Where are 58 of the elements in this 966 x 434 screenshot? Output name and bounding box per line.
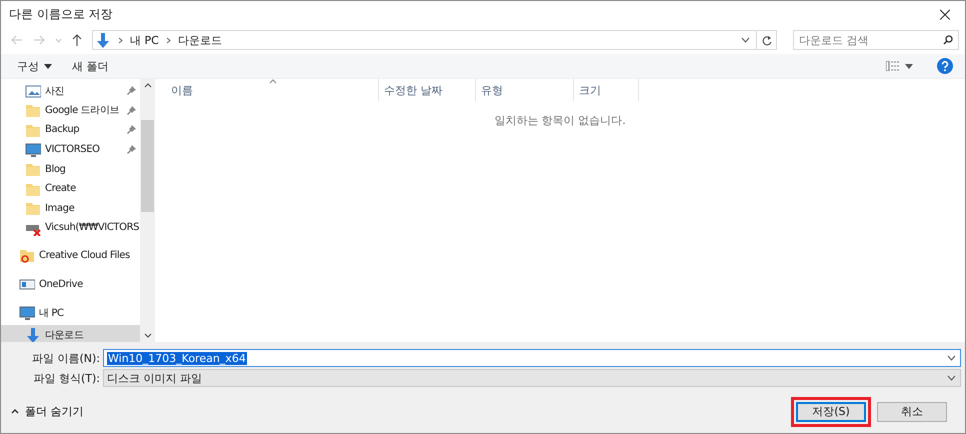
window-title: 다른 이름으로 저장: [9, 6, 114, 22]
nav-item[interactable]: VICTORSEO: [1, 140, 140, 160]
monitor-icon: [19, 305, 35, 322]
breadcrumb[interactable]: 다운로드: [178, 32, 222, 48]
nav-item[interactable]: OneDrive: [1, 272, 140, 296]
nav-item[interactable]: Create: [1, 178, 140, 199]
scroll-down-icon: [144, 333, 152, 338]
chevron-icon: [118, 36, 123, 44]
caret-icon: [905, 64, 913, 68]
nav-item[interactable]: Creative Cloud Files: [1, 244, 140, 267]
folder-icon: [25, 102, 41, 118]
picture-frame-icon: [25, 82, 41, 99]
download-arrow-icon: [25, 326, 41, 342]
dropdown-caret-icon: [947, 355, 956, 361]
chevron-icon: [166, 36, 171, 44]
column-header[interactable]: 유형: [476, 79, 574, 101]
refresh-button[interactable]: [757, 30, 777, 50]
dropdown-caret-icon: [741, 37, 750, 43]
scrollbar-thumb[interactable]: [141, 120, 154, 212]
nav-item[interactable]: Backup: [1, 120, 140, 140]
column-header[interactable]: 크기: [574, 79, 639, 101]
sort-caret-icon: [269, 79, 277, 84]
hide-folders-button[interactable]: 폴더 숨기기: [11, 404, 84, 419]
up-arrow-icon[interactable]: [72, 34, 82, 46]
breadcrumb[interactable]: 내 PC: [130, 32, 159, 48]
refresh-icon: [762, 34, 772, 46]
empty-message: 일치하는 항목이 없습니다.: [493, 113, 627, 128]
search-icon: [943, 35, 953, 45]
nav-item[interactable]: 다운로드: [1, 324, 140, 342]
nav-item[interactable]: Vicsuh(₩₩VICTORS: [1, 218, 140, 238]
dialog-button[interactable]: 취소: [877, 402, 947, 422]
download-arrow-icon: [95, 32, 111, 48]
nav-item[interactable]: Blog: [1, 159, 140, 179]
nav-item[interactable]: 사진: [1, 81, 140, 101]
column-header[interactable]: 이름: [157, 79, 379, 101]
caret-up-icon: [11, 409, 19, 414]
dialog-button[interactable]: 저장(S): [796, 402, 866, 422]
organize-button[interactable]: 구성: [7, 56, 62, 76]
filename-field[interactable]: Win10_1703_Korean_x64: [103, 349, 961, 367]
dropdown-caret-icon: [947, 375, 956, 381]
folder-icon: [19, 247, 35, 264]
list-view-icon: [886, 61, 900, 71]
caret-icon: [44, 64, 52, 68]
field-label: 파일 형식(T):: [32, 370, 100, 386]
address-bar[interactable]: 내 PC 다운로드: [92, 30, 757, 50]
monitor-icon: [25, 142, 41, 158]
scroll-up-icon: [144, 83, 152, 88]
nav-item[interactable]: Google 드라이브: [1, 100, 140, 120]
filetype-dropdown[interactable]: 디스크 이미지 파일: [103, 369, 961, 387]
help-icon[interactable]: [937, 58, 953, 74]
new-folder-button[interactable]: 새 폴더: [62, 56, 118, 76]
column-header[interactable]: 수정한 날짜: [379, 79, 476, 101]
folder-icon: [25, 200, 41, 216]
field-label: 파일 이름(N):: [30, 350, 100, 366]
nav-item[interactable]: Image: [1, 198, 140, 218]
search-field[interactable]: 다운로드 검색: [793, 30, 959, 50]
folder-icon: [25, 161, 41, 178]
nav-item[interactable]: 내 PC: [1, 302, 140, 325]
